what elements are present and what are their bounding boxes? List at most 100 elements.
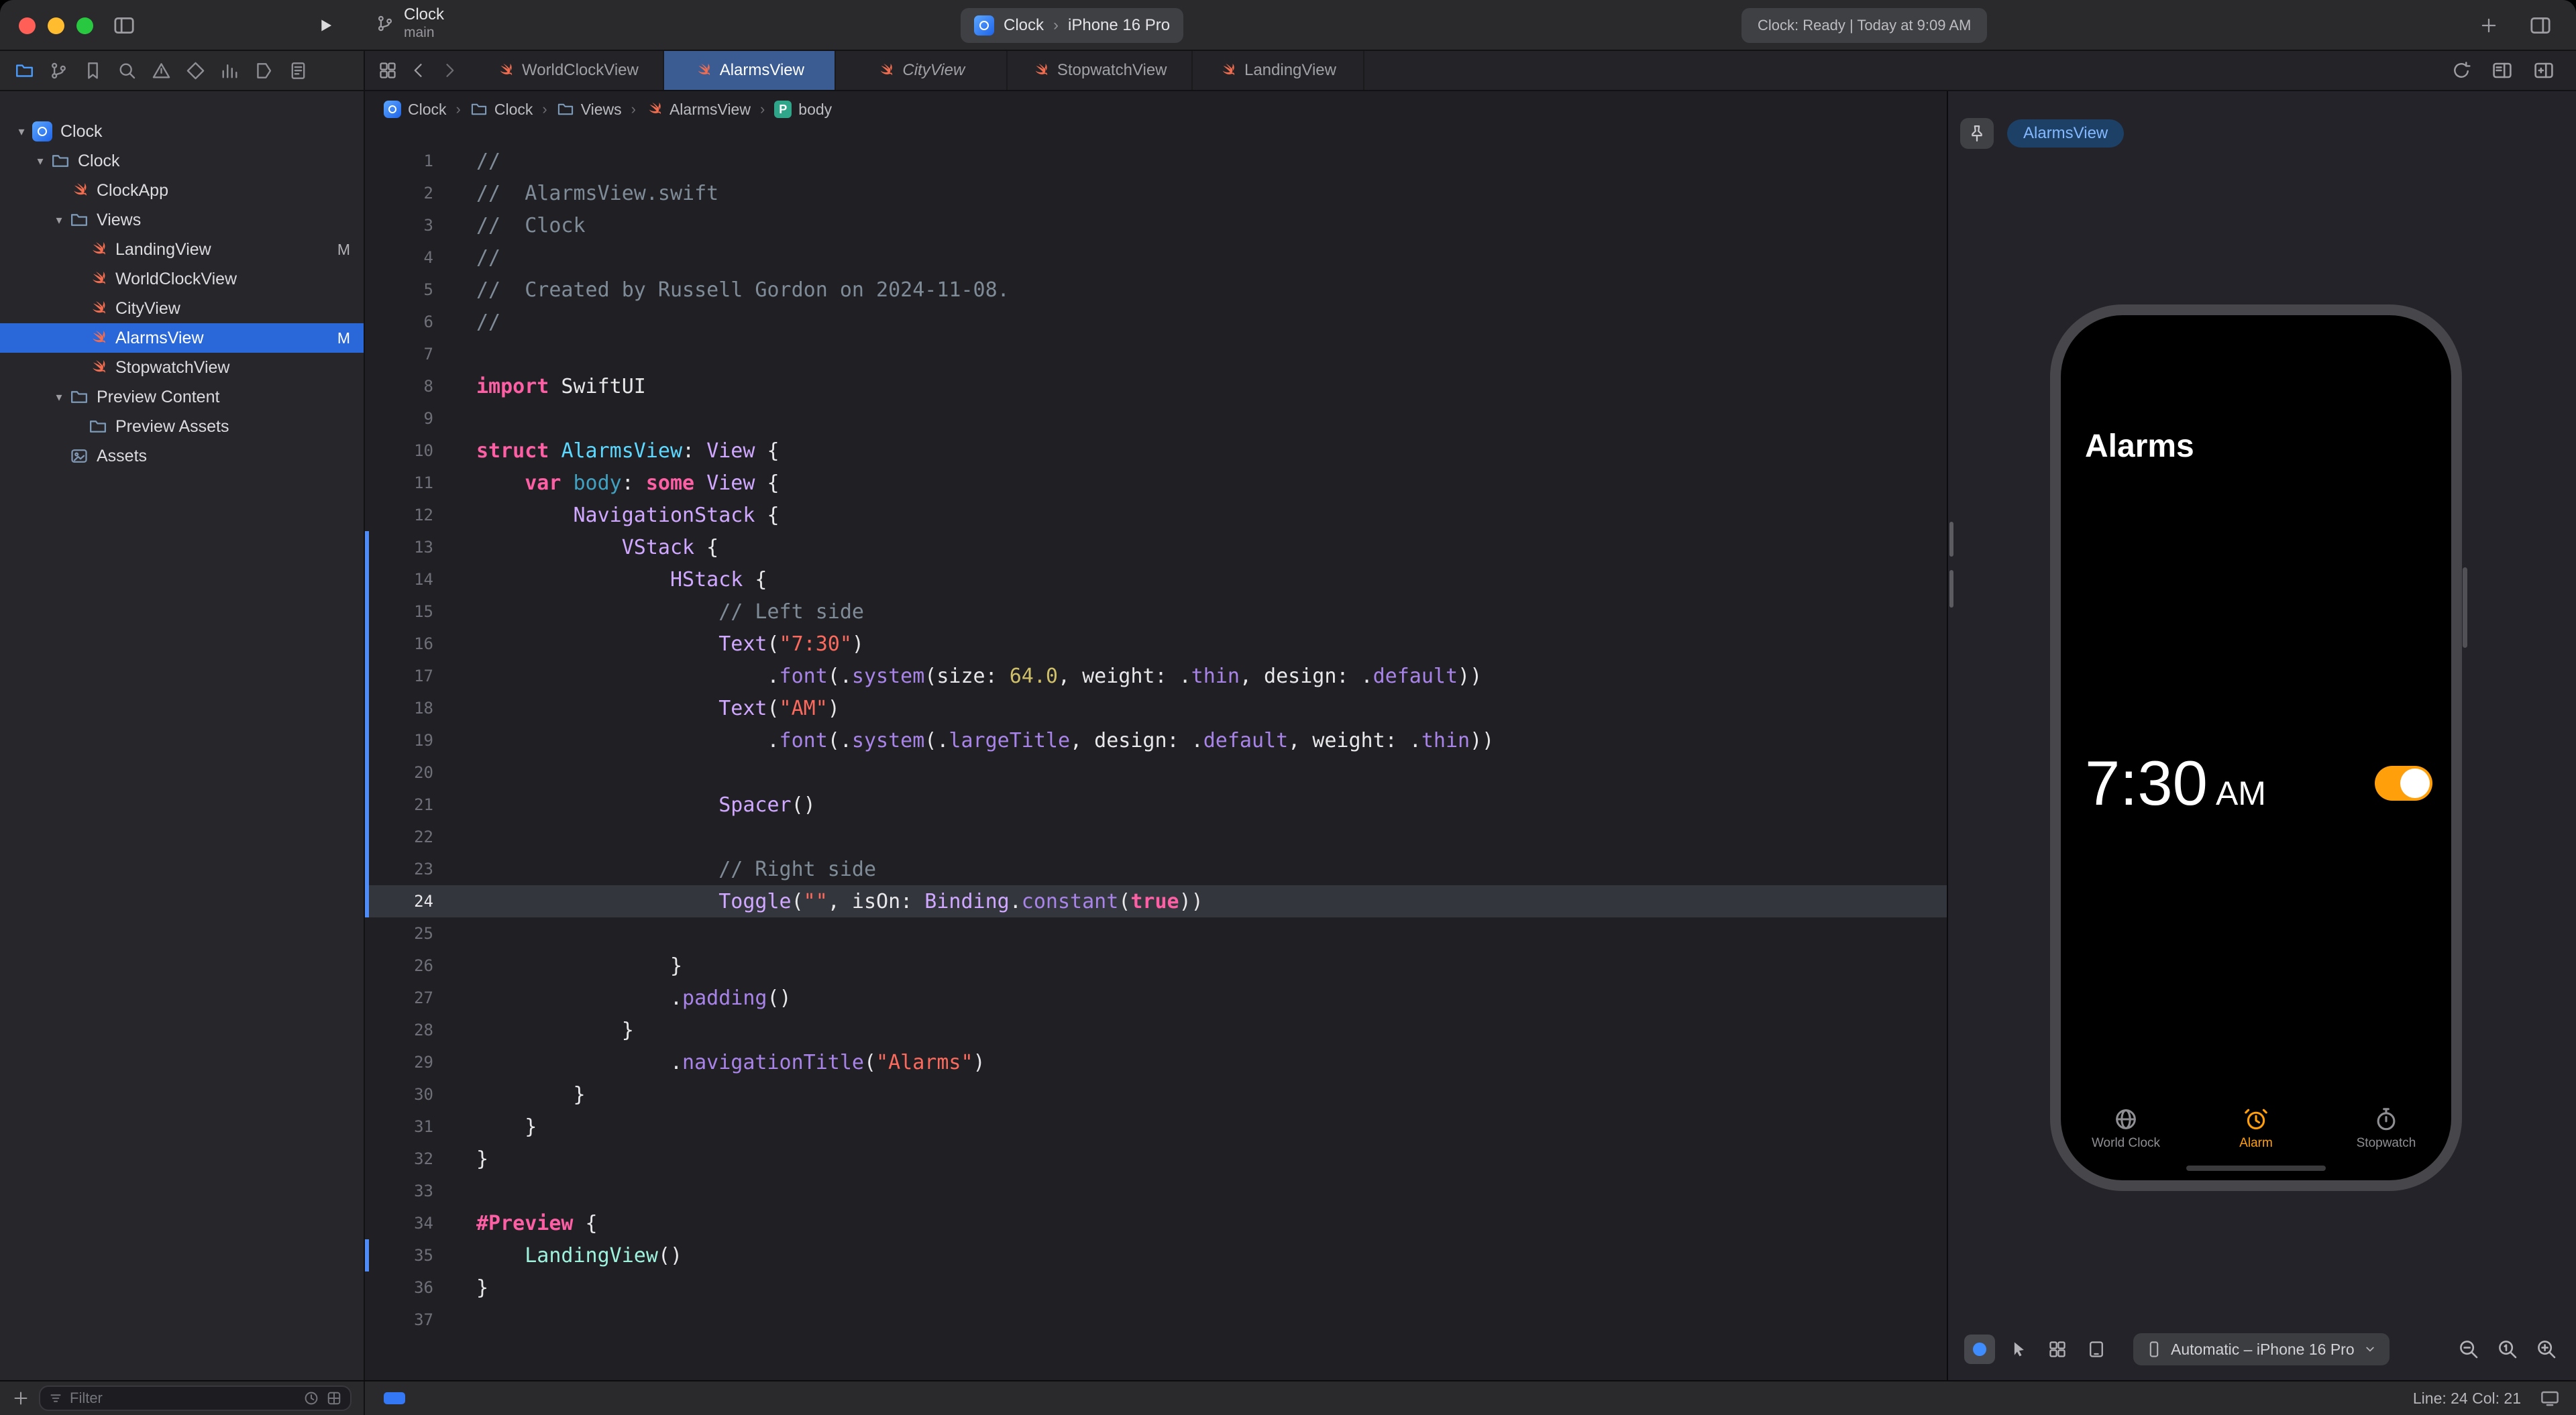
- line-number[interactable]: 18: [365, 699, 455, 718]
- line-number[interactable]: 34: [365, 1214, 455, 1233]
- code-line[interactable]: 36}: [365, 1271, 1947, 1304]
- navigator-folder-button[interactable]: [15, 61, 34, 80]
- sidebar-item-worldclockview[interactable]: WorldClockView: [0, 264, 364, 294]
- code-line[interactable]: 26 }: [365, 950, 1947, 982]
- code-line[interactable]: 17 .font(.system(size: 64.0, weight: .th…: [365, 660, 1947, 692]
- code-line[interactable]: 13 VStack {: [365, 531, 1947, 563]
- pin-preview-button[interactable]: [1960, 118, 1994, 149]
- code-line[interactable]: 29 .navigationTitle("Alarms"): [365, 1046, 1947, 1078]
- sidebar-item-alarmsview[interactable]: AlarmsViewM: [0, 323, 364, 353]
- sidebar-item-stopwatchview[interactable]: StopwatchView: [0, 353, 364, 382]
- editor-options-button[interactable]: [2491, 60, 2513, 81]
- code-line[interactable]: 20: [365, 756, 1947, 789]
- sidebar-item-preview-assets[interactable]: Preview Assets: [0, 412, 364, 441]
- code-line[interactable]: 24 Toggle("", isOn: Binding.constant(tru…: [365, 885, 1947, 917]
- close-button[interactable]: [19, 17, 36, 34]
- navigator-search-button[interactable]: [117, 61, 137, 80]
- code-line[interactable]: 12 NavigationStack {: [365, 499, 1947, 531]
- navigator-debug-button[interactable]: [220, 61, 239, 80]
- tab-LandingView[interactable]: LandingView: [1193, 51, 1364, 90]
- tab-StopwatchView[interactable]: StopwatchView: [1008, 51, 1193, 90]
- navigator-diamond-button[interactable]: [186, 61, 205, 80]
- line-number[interactable]: 25: [365, 924, 455, 943]
- phone-tab-world-clock[interactable]: World Clock: [2061, 1107, 2191, 1151]
- code-line[interactable]: 7: [365, 338, 1947, 370]
- line-number[interactable]: 26: [365, 956, 455, 975]
- zoom-in-button[interactable]: [2536, 1339, 2557, 1360]
- code-line[interactable]: 30 }: [365, 1078, 1947, 1111]
- line-number[interactable]: 5: [365, 280, 455, 299]
- phone-tab-stopwatch[interactable]: Stopwatch: [2321, 1107, 2451, 1151]
- code-line[interactable]: 11 var body: some View {: [365, 467, 1947, 499]
- navigator-report-button[interactable]: [288, 61, 308, 80]
- disclosure-icon[interactable]: ▾: [32, 154, 48, 168]
- code-line[interactable]: 18 Text("AM"): [365, 692, 1947, 724]
- sidebar-item-assets[interactable]: Assets: [0, 441, 364, 471]
- code-line[interactable]: 16 Text("7:30"): [365, 628, 1947, 660]
- code-line[interactable]: 5// Created by Russell Gordon on 2024-11…: [365, 274, 1947, 306]
- line-number[interactable]: 20: [365, 763, 455, 782]
- code-line[interactable]: 1//: [365, 145, 1947, 177]
- toggle-right-sidebar-button[interactable]: [2529, 0, 2552, 51]
- line-number[interactable]: 32: [365, 1149, 455, 1168]
- line-number[interactable]: 28: [365, 1021, 455, 1039]
- disclosure-icon[interactable]: ▾: [13, 125, 30, 139]
- run-button[interactable]: [317, 0, 334, 51]
- line-number[interactable]: 21: [365, 795, 455, 814]
- navigate-forward-button[interactable]: [440, 61, 459, 80]
- code-review-button[interactable]: [2451, 60, 2471, 80]
- code-line[interactable]: 28 }: [365, 1014, 1947, 1046]
- line-number[interactable]: 2: [365, 184, 455, 203]
- line-number[interactable]: 15: [365, 602, 455, 621]
- zoom-out-button[interactable]: [2458, 1339, 2479, 1360]
- code-line[interactable]: 35 LandingView(): [365, 1239, 1947, 1271]
- breadcrumb-item-clock[interactable]: Clock: [384, 101, 447, 119]
- line-number[interactable]: 30: [365, 1085, 455, 1104]
- line-number[interactable]: 6: [365, 313, 455, 331]
- line-number[interactable]: 24: [365, 892, 455, 911]
- preview-target-badge[interactable]: AlarmsView: [2007, 119, 2124, 148]
- tab-WorldClockView[interactable]: WorldClockView: [472, 51, 664, 90]
- navigator-bookmark-button[interactable]: [83, 61, 103, 80]
- line-number[interactable]: 10: [365, 441, 455, 460]
- minimize-button[interactable]: [48, 17, 64, 34]
- code-line[interactable]: 34#Preview {: [365, 1207, 1947, 1239]
- code-area[interactable]: 1//2// AlarmsView.swift3// Clock4//5// C…: [365, 127, 1947, 1380]
- line-number[interactable]: 4: [365, 248, 455, 267]
- code-line[interactable]: 6//: [365, 306, 1947, 338]
- breadcrumb-item-clock[interactable]: Clock: [470, 101, 533, 119]
- navigate-back-button[interactable]: [409, 61, 428, 80]
- code-line[interactable]: 15 // Left side: [365, 596, 1947, 628]
- filter-field[interactable]: Filter: [39, 1385, 352, 1411]
- sidebar-item-landingview[interactable]: LandingViewM: [0, 235, 364, 264]
- code-line[interactable]: 8import SwiftUI: [365, 370, 1947, 402]
- phone-tab-alarm[interactable]: Alarm: [2191, 1107, 2321, 1151]
- breadcrumb-item-views[interactable]: Views: [557, 101, 622, 119]
- line-number[interactable]: 13: [365, 538, 455, 557]
- toggle-left-sidebar-button[interactable]: [113, 0, 136, 51]
- code-line[interactable]: 33: [365, 1175, 1947, 1207]
- disclosure-icon[interactable]: ▾: [51, 390, 67, 404]
- selectable-mode-button[interactable]: [2003, 1335, 2034, 1364]
- code-line[interactable]: 3// Clock: [365, 209, 1947, 241]
- code-line[interactable]: 23 // Right side: [365, 853, 1947, 885]
- code-line[interactable]: 21 Spacer(): [365, 789, 1947, 821]
- run-destination-selector[interactable]: Clock › iPhone 16 Pro: [961, 8, 1183, 43]
- display-icon[interactable]: [2540, 1388, 2560, 1408]
- line-number[interactable]: 35: [365, 1246, 455, 1265]
- breadcrumb-item-alarmsview[interactable]: AlarmsView: [645, 101, 751, 119]
- line-number[interactable]: 37: [365, 1310, 455, 1329]
- code-line[interactable]: 37: [365, 1304, 1947, 1336]
- library-add-button[interactable]: [2479, 0, 2498, 51]
- variants-mode-button[interactable]: [2042, 1335, 2073, 1364]
- code-line[interactable]: 19 .font(.system(.largeTitle, design: .d…: [365, 724, 1947, 756]
- line-number[interactable]: 19: [365, 731, 455, 750]
- zoom-actual-button[interactable]: [2497, 1339, 2518, 1360]
- code-line[interactable]: 32}: [365, 1143, 1947, 1175]
- alarm-toggle[interactable]: [2375, 766, 2432, 801]
- code-line[interactable]: 25: [365, 917, 1947, 950]
- scm-filter-icon[interactable]: [326, 1390, 342, 1406]
- code-line[interactable]: 10struct AlarmsView: View {: [365, 435, 1947, 467]
- line-number[interactable]: 14: [365, 570, 455, 589]
- line-number[interactable]: 16: [365, 634, 455, 653]
